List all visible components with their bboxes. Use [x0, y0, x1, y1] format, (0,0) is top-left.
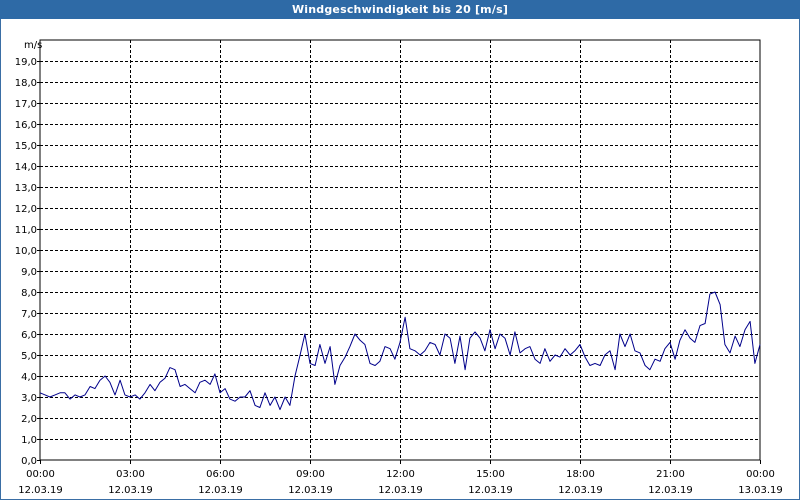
y-tick-label: 5,0: [21, 351, 37, 362]
y-tick-label: 15,0: [15, 141, 37, 152]
x-tick-date-label: 12.03.19: [288, 485, 333, 496]
x-tick-date-label: 12.03.19: [18, 485, 63, 496]
y-tick-label: 11,0: [15, 225, 37, 236]
y-tick-label: 7,0: [21, 309, 37, 320]
y-tick-label: 9,0: [21, 267, 37, 278]
y-tick-label: 6,0: [21, 330, 37, 341]
y-tick-label: 17,0: [15, 99, 37, 110]
x-tick-time-label: 09:00: [296, 469, 325, 480]
y-tick-label: 0,0: [21, 456, 37, 467]
y-axis-label: m/s: [24, 40, 42, 51]
x-tick-date-label: 13.03.19: [738, 485, 783, 496]
x-tick-date-label: 12.03.19: [108, 485, 153, 496]
x-tick-time-label: 15:00: [476, 469, 505, 480]
y-tick-label: 1,0: [21, 435, 37, 446]
wind-speed-chart: 0,0 1,0 2,0 3,0 4,0 5,0 6,0 7,0 8,0 9,0 10,0 11,0 12…: [15, 39, 783, 496]
x-tick-date-label: 12.03.19: [198, 485, 243, 496]
y-tick-label: 3,0: [21, 393, 37, 404]
y-tick-label: 16,0: [15, 120, 37, 131]
x-tick-date-label: 12.03.19: [648, 485, 693, 496]
y-tick-label: 4,0: [21, 372, 37, 383]
x-tick-date-label: 12.03.19: [468, 485, 513, 496]
y-tick-label: 14,0: [15, 162, 37, 173]
y-tick-label: 2,0: [21, 414, 37, 425]
x-tick-time-label: 18:00: [566, 469, 595, 480]
x-tick-date-label: 12.03.19: [558, 485, 603, 496]
x-tick-date-label: 12.03.19: [378, 485, 423, 496]
x-tick-time-label: 03:00: [116, 469, 145, 480]
x-tick-time-label: 12:00: [386, 469, 415, 480]
y-tick-label: 13,0: [15, 183, 37, 194]
x-tick-time-label: 06:00: [206, 469, 235, 480]
y-tick-label: 10,0: [15, 246, 37, 257]
y-tick-label: 12,0: [15, 204, 37, 215]
y-tick-label: 19,0: [15, 57, 37, 68]
x-tick-time-label: 00:00: [26, 469, 55, 480]
x-tick-time-label: 00:00: [746, 469, 775, 480]
y-tick-label: 8,0: [21, 288, 37, 299]
x-tick-time-label: 21:00: [656, 469, 685, 480]
y-tick-label: 18,0: [15, 78, 37, 89]
axes: 0,0 1,0 2,0 3,0 4,0 5,0 6,0 7,0 8,0 9,0 10,0 11,0 12…: [15, 39, 783, 496]
grid: [40, 40, 760, 460]
